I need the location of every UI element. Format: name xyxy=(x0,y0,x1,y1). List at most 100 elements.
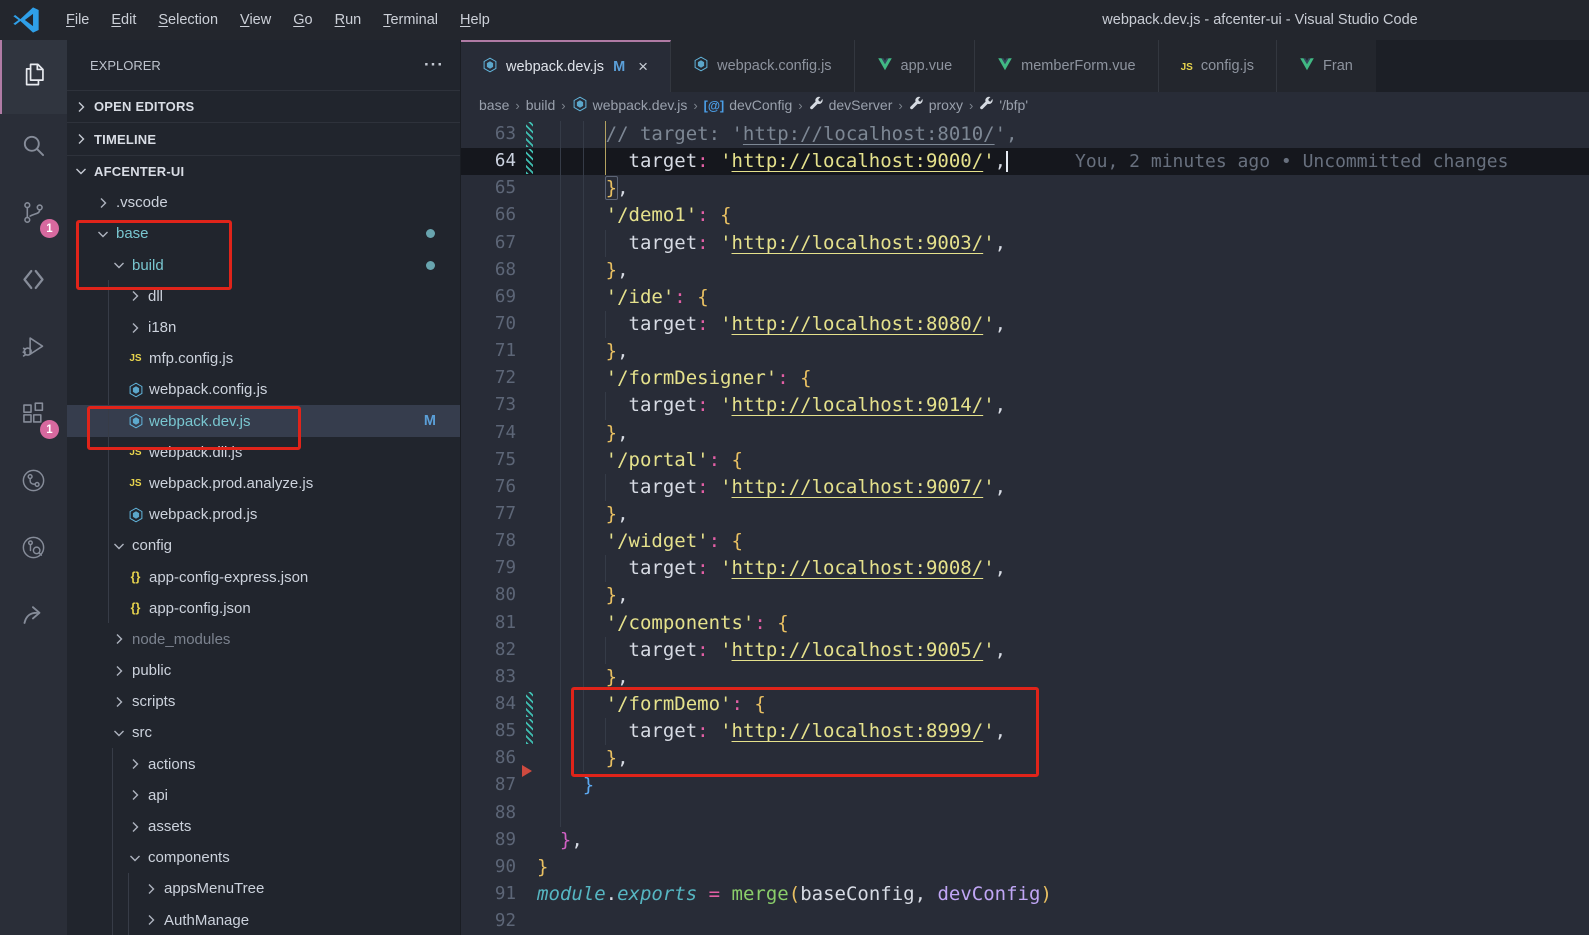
code-line-78[interactable]: 78 '/widget': { xyxy=(460,528,1589,556)
line-number[interactable]: 88 xyxy=(460,800,516,827)
breadcrumb-item-base[interactable]: base xyxy=(479,97,509,113)
line-number[interactable]: 65 xyxy=(460,175,516,202)
code-line-64[interactable]: 64 target: 'http://localhost:9000/', You,… xyxy=(460,148,1589,176)
line-number[interactable]: 66 xyxy=(460,202,516,229)
tab-memberform-vue[interactable]: memberForm.vue xyxy=(975,40,1159,92)
line-number[interactable]: 64 xyxy=(460,148,516,175)
section-open-editors[interactable]: OPEN EDITORS xyxy=(67,90,460,122)
more-actions-icon[interactable]: ··· xyxy=(424,55,444,75)
tab-webpack-dev-js[interactable]: webpack.dev.js M × xyxy=(460,40,672,92)
activity-git-graph[interactable] xyxy=(0,449,67,516)
code-line-69[interactable]: 69 '/ide': { xyxy=(460,283,1589,311)
line-number[interactable]: 78 xyxy=(460,528,516,555)
code-line-84[interactable]: 84 '/formDemo': { xyxy=(460,690,1589,719)
line-number[interactable]: 69 xyxy=(460,284,516,311)
menu-item-edit[interactable]: Edit xyxy=(100,9,147,31)
tree-item-webpack-dev-js[interactable]: webpack.dev.js M xyxy=(67,405,460,437)
code-line-91[interactable]: 91 module.exports = merge(baseConfig, dev… xyxy=(460,881,1589,908)
code-line-66[interactable]: 66 '/demo1': { xyxy=(460,202,1589,230)
tree-item-app-config-express-json[interactable]: {} app-config-express.json xyxy=(67,561,460,592)
activity-live-share[interactable] xyxy=(0,583,67,650)
tree-item-components[interactable]: components xyxy=(67,842,460,873)
tree-item-public[interactable]: public xyxy=(67,655,460,686)
breadcrumb-item-build[interactable]: build xyxy=(526,97,556,113)
code-line-71[interactable]: 71 }, xyxy=(460,338,1589,366)
line-number[interactable]: 86 xyxy=(460,745,516,772)
code-line-89[interactable]: 89 }, xyxy=(460,827,1589,854)
code-line-70[interactable]: 70 target: 'http://localhost:8080/', xyxy=(460,310,1589,339)
tree-item-config[interactable]: config xyxy=(67,530,460,561)
line-number[interactable]: 79 xyxy=(460,555,516,582)
tree-item-build[interactable]: build xyxy=(67,250,460,281)
line-number[interactable]: 92 xyxy=(460,908,516,935)
code-line-88[interactable]: 88 xyxy=(460,799,1589,827)
menu-item-terminal[interactable]: Terminal xyxy=(372,9,449,31)
tree-item-app-config-json[interactable]: {} app-config.json xyxy=(67,593,460,624)
line-number[interactable]: 80 xyxy=(460,582,516,609)
tab-config-js[interactable]: JS config.js xyxy=(1158,40,1278,92)
breadcrumb-item-webpack-dev-js[interactable]: webpack.dev.js xyxy=(572,96,687,115)
activity-source-control[interactable]: 1 xyxy=(0,181,67,248)
menu-item-help[interactable]: Help xyxy=(449,9,501,31)
line-number[interactable]: 72 xyxy=(460,365,516,392)
tree-item-assets[interactable]: assets xyxy=(67,811,460,842)
breadcrumb[interactable]: base › build › webpack.dev.js › [@] devConfig › d… xyxy=(460,92,1589,118)
menu-item-file[interactable]: File xyxy=(55,9,100,31)
tree-item-webpack-config-js[interactable]: webpack.config.js xyxy=(67,374,460,405)
code-line-72[interactable]: 72 '/formDesigner': { xyxy=(460,365,1589,393)
line-number[interactable]: 83 xyxy=(460,664,516,691)
code-line-92[interactable]: 92 xyxy=(460,908,1589,935)
line-number[interactable]: 68 xyxy=(460,257,516,284)
tree-item-src[interactable]: src xyxy=(67,717,460,748)
tree-item-webpack-prod-analyze-js[interactable]: JS webpack.prod.analyze.js xyxy=(67,468,460,499)
line-number[interactable]: 81 xyxy=(460,610,516,637)
breadcrumb-item-devconfig[interactable]: [@] devConfig xyxy=(704,97,793,113)
line-number[interactable]: 76 xyxy=(460,474,516,501)
tab-webpack-config-js[interactable]: webpack.config.js xyxy=(671,40,855,92)
code-area[interactable]: 63 // target: 'http://localhost:8010/', 6… xyxy=(460,118,1589,935)
tree-item-base[interactable]: base xyxy=(67,218,460,249)
menu-item-selection[interactable]: Selection xyxy=(147,9,229,31)
tree-item-mfp-config-js[interactable]: JS mfp.config.js xyxy=(67,343,460,374)
line-number[interactable]: 75 xyxy=(460,447,516,474)
menu-item-run[interactable]: Run xyxy=(324,9,373,31)
tab-app-vue[interactable]: app.vue xyxy=(854,40,976,92)
line-number[interactable]: 73 xyxy=(460,392,516,419)
code-line-82[interactable]: 82 target: 'http://localhost:9005/', xyxy=(460,636,1589,664)
code-line-87[interactable]: 87 } xyxy=(460,765,1589,800)
line-number[interactable]: 71 xyxy=(460,338,516,365)
tree-item-vscode[interactable]: .vscode xyxy=(67,187,460,218)
code-line-80[interactable]: 80 }, xyxy=(460,582,1589,610)
code-line-86[interactable]: 86 }, xyxy=(460,745,1589,773)
activity-extensions[interactable]: 1 xyxy=(0,382,67,449)
breadcrumb-item-proxy[interactable]: proxy xyxy=(909,96,963,114)
line-number[interactable]: 89 xyxy=(460,827,516,854)
section-afcenter-ui[interactable]: AFCENTER-UI xyxy=(67,154,460,187)
code-line-75[interactable]: 75 '/portal': { xyxy=(460,446,1589,474)
line-number[interactable]: 82 xyxy=(460,637,516,664)
code-line-90[interactable]: 90} xyxy=(460,854,1589,881)
tab-fran[interactable]: Fran xyxy=(1277,40,1377,92)
tree-item-appsmenutree[interactable]: appsMenuTree xyxy=(67,873,460,904)
code-line-83[interactable]: 83 }, xyxy=(460,663,1589,691)
line-number[interactable]: 67 xyxy=(460,230,516,257)
line-number[interactable]: 74 xyxy=(460,420,516,447)
tree-item-webpack-prod-js[interactable]: webpack.prod.js xyxy=(67,499,460,530)
code-line-68[interactable]: 68 }, xyxy=(460,256,1589,284)
tree-item-api[interactable]: api xyxy=(67,780,460,811)
line-number[interactable]: 77 xyxy=(460,501,516,528)
line-number[interactable]: 70 xyxy=(460,311,516,338)
code-line-79[interactable]: 79 target: 'http://localhost:9008/', xyxy=(460,555,1589,583)
menu-item-go[interactable]: Go xyxy=(282,9,323,31)
line-number[interactable]: 84 xyxy=(460,691,516,718)
tree-item-webpack-dll-js[interactable]: JS webpack.dll.js xyxy=(67,437,460,468)
tree-item-dll[interactable]: dll xyxy=(67,281,460,312)
line-number[interactable]: 90 xyxy=(460,854,516,881)
activity-search[interactable] xyxy=(0,114,67,181)
close-icon[interactable]: × xyxy=(638,57,648,77)
code-line-63[interactable]: 63 // target: 'http://localhost:8010/', xyxy=(460,121,1589,149)
section-timeline[interactable]: TIMELINE xyxy=(67,122,460,154)
activity-commit-search[interactable] xyxy=(0,516,67,583)
code-line-81[interactable]: 81 '/components': { xyxy=(460,609,1589,637)
line-number[interactable]: 87 xyxy=(460,772,516,799)
